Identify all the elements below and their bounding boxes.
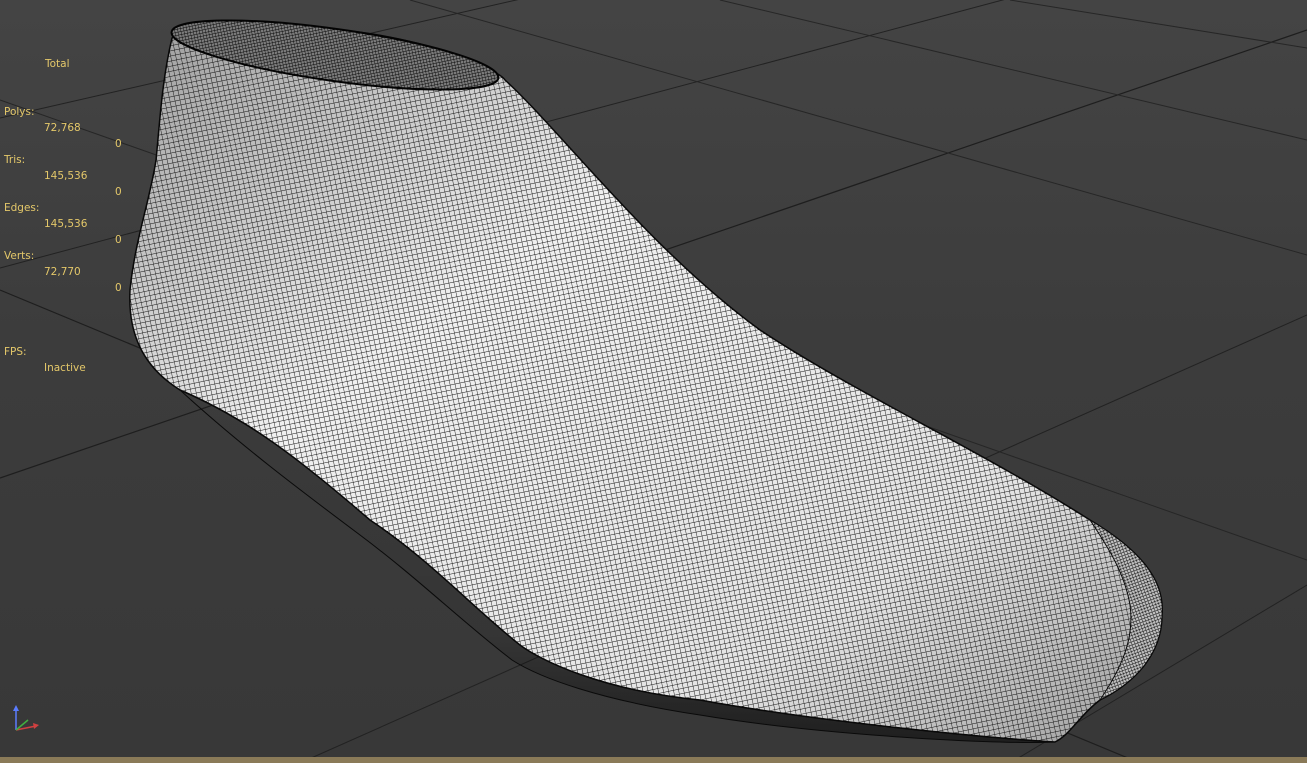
stats-row-verts: Verts: 72,770 0 [4, 232, 122, 294]
stats-header-row: Total [4, 40, 70, 70]
mesh-shading [129, 25, 1163, 743]
stats-header: Total [45, 58, 70, 70]
stats-total: 72,768 [44, 122, 81, 134]
stats-total: 145,536 [44, 170, 88, 182]
fps-label: FPS: [4, 346, 27, 358]
stats-row-edges: Edges: 145,536 0 [4, 184, 122, 246]
axis-tripod [13, 705, 39, 731]
stats-row-polys: Polys: 72,768 0 [4, 88, 122, 150]
z-axis-arrow-icon [13, 705, 19, 711]
stats-row-fps: FPS: Inactive [4, 328, 86, 374]
stats-total: 145,536 [44, 218, 88, 230]
stats-label: Edges: [4, 202, 40, 214]
stats-label: Tris: [4, 154, 26, 166]
stats-row-tris: Tris: 145,536 0 [4, 136, 122, 198]
grid-line [719, 0, 1307, 141]
shoe-last-mesh[interactable] [129, 6, 1163, 744]
stats-selected: 0 [115, 138, 122, 150]
viewport-scene[interactable] [0, 0, 1307, 763]
viewport-bottom-border [0, 757, 1307, 763]
stats-selected: 0 [115, 234, 122, 246]
perspective-viewport[interactable]: Total Polys: 72,768 0 Tris: 145,536 0 Ed… [0, 0, 1307, 763]
grid-line [1009, 0, 1307, 49]
x-axis-arrow-icon [33, 723, 39, 729]
stats-selected: 0 [115, 282, 122, 294]
fps-value: Inactive [44, 362, 86, 374]
stats-label: Verts: [4, 250, 35, 262]
viewport-statistics: Total Polys: 72,768 0 Tris: 145,536 0 Ed… [4, 8, 122, 376]
stats-total: 72,770 [44, 266, 81, 278]
stats-label: Polys: [4, 106, 35, 118]
stats-selected: 0 [115, 186, 122, 198]
